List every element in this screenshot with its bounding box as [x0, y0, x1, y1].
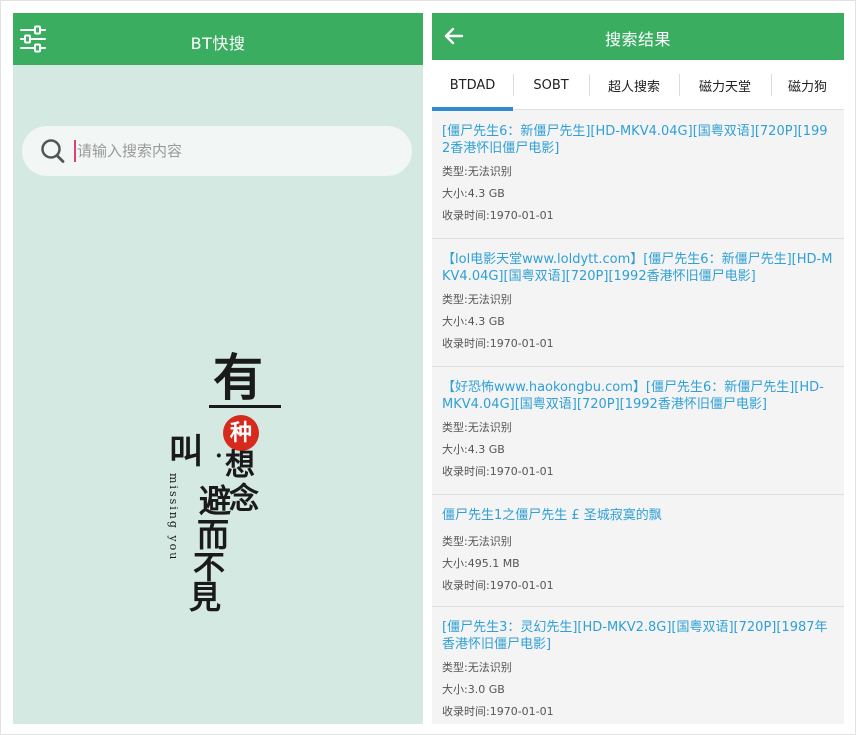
search-bar[interactable] — [22, 126, 412, 176]
result-title-link[interactable]: 【好恐怖www.haokongbu.com】[僵尸先生6：新僵尸先生][HD-M… — [442, 379, 834, 413]
search-input[interactable] — [77, 142, 377, 160]
tab-btdad[interactable]: BTDAD — [432, 60, 513, 111]
calligraphy-artwork: 有 种 想 念 叫 · 避 而 不 見 missing you — [163, 353, 293, 613]
tab-magnet-dog[interactable]: 磁力狗 — [771, 60, 844, 110]
art-char-bi: 避 — [199, 482, 232, 520]
text-cursor — [74, 140, 76, 162]
result-type: 类型:无法识别 — [442, 421, 512, 434]
art-english-text: missing you — [167, 473, 180, 562]
result-time: 收录时间:1970-01-01 — [442, 337, 554, 350]
art-char-nian: 念 — [229, 482, 259, 517]
result-time: 收录时间:1970-01-01 — [442, 705, 554, 718]
art-char-you: 有 — [213, 348, 263, 407]
home-screen: BT快搜 有 种 想 念 叫 · 避 而 不 見 missing you — [13, 13, 423, 724]
art-char-jian: 見 — [189, 578, 222, 616]
art-red-seal: 种 — [223, 415, 259, 451]
home-app-bar: BT快搜 — [13, 13, 423, 65]
search-icon — [41, 139, 65, 163]
list-item[interactable]: 【好恐怖www.haokongbu.com】[僵尸先生6：新僵尸先生][HD-M… — [432, 367, 844, 495]
result-type: 类型:无法识别 — [442, 165, 512, 178]
result-size: 大小:495.1 MB — [442, 557, 520, 570]
results-app-bar: 搜索结果 — [432, 13, 844, 60]
list-item[interactable]: 僵尸先生1之僵尸先生 £ 圣城寂寞的飘 类型:无法识别 大小:495.1 MB … — [432, 495, 844, 607]
app-title: BT快搜 — [190, 34, 246, 53]
tab-label: 超人搜索 — [607, 79, 660, 95]
list-item[interactable]: [僵尸先生6：新僵尸先生][HD-MKV4.04G][国粤双语][720P][1… — [432, 111, 844, 239]
art-char-xiang: 想 — [225, 448, 255, 483]
results-title: 搜索结果 — [604, 30, 671, 49]
list-item[interactable]: 【lol电影天堂www.loldytt.com】[僵尸先生6：新僵尸先生][HD… — [432, 239, 844, 367]
list-item[interactable]: [僵尸先生3：灵幻先生][HD-MKV2.8G][国粤双语][720P][198… — [432, 607, 844, 724]
result-title-link[interactable]: 【lol电影天堂www.loldytt.com】[僵尸先生6：新僵尸先生][HD… — [442, 251, 834, 285]
tab-magnet-heaven[interactable]: 磁力天堂 — [679, 60, 771, 110]
result-size: 大小:4.3 GB — [442, 443, 505, 456]
art-dot: · — [215, 443, 223, 469]
result-type: 类型:无法识别 — [442, 535, 512, 548]
result-type: 类型:无法识别 — [442, 661, 512, 674]
tab-label: 磁力天堂 — [698, 79, 751, 95]
art-char-er: 而 — [197, 516, 230, 554]
results-screen: 搜索结果 BTDAD SOBT 超人搜索 磁力天堂 磁力狗 [僵尸先生6：新僵尸… — [432, 13, 844, 724]
result-title-link[interactable]: [僵尸先生6：新僵尸先生][HD-MKV4.04G][国粤双语][720P][1… — [442, 123, 834, 157]
result-size: 大小:4.3 GB — [442, 315, 505, 328]
result-size: 大小:4.3 GB — [442, 187, 505, 200]
results-list: [僵尸先生6：新僵尸先生][HD-MKV4.04G][国粤双语][720P][1… — [432, 111, 844, 724]
result-time: 收录时间:1970-01-01 — [442, 465, 554, 478]
tab-sobt[interactable]: SOBT — [513, 60, 589, 110]
tab-label: 磁力狗 — [787, 79, 827, 95]
tab-label: SOBT — [533, 77, 569, 93]
tab-label: BTDAD — [449, 77, 496, 93]
result-size: 大小:3.0 GB — [442, 683, 505, 696]
result-title-link[interactable]: [僵尸先生3：灵幻先生][HD-MKV2.8G][国粤双语][720P][198… — [442, 619, 834, 653]
result-time: 收录时间:1970-01-01 — [442, 579, 554, 592]
screenshot-frame: BT快搜 有 种 想 念 叫 · 避 而 不 見 missing you — [0, 0, 856, 735]
source-tabs: BTDAD SOBT 超人搜索 磁力天堂 磁力狗 — [432, 60, 844, 111]
result-type: 类型:无法识别 — [442, 293, 512, 306]
result-title-link[interactable]: 僵尸先生1之僵尸先生 £ 圣城寂寞的飘 — [442, 507, 834, 527]
result-time: 收录时间:1970-01-01 — [442, 209, 554, 222]
art-brush-stroke — [209, 405, 281, 408]
tab-superman-search[interactable]: 超人搜索 — [589, 60, 679, 110]
art-char-jiao: 叫 — [169, 432, 203, 472]
